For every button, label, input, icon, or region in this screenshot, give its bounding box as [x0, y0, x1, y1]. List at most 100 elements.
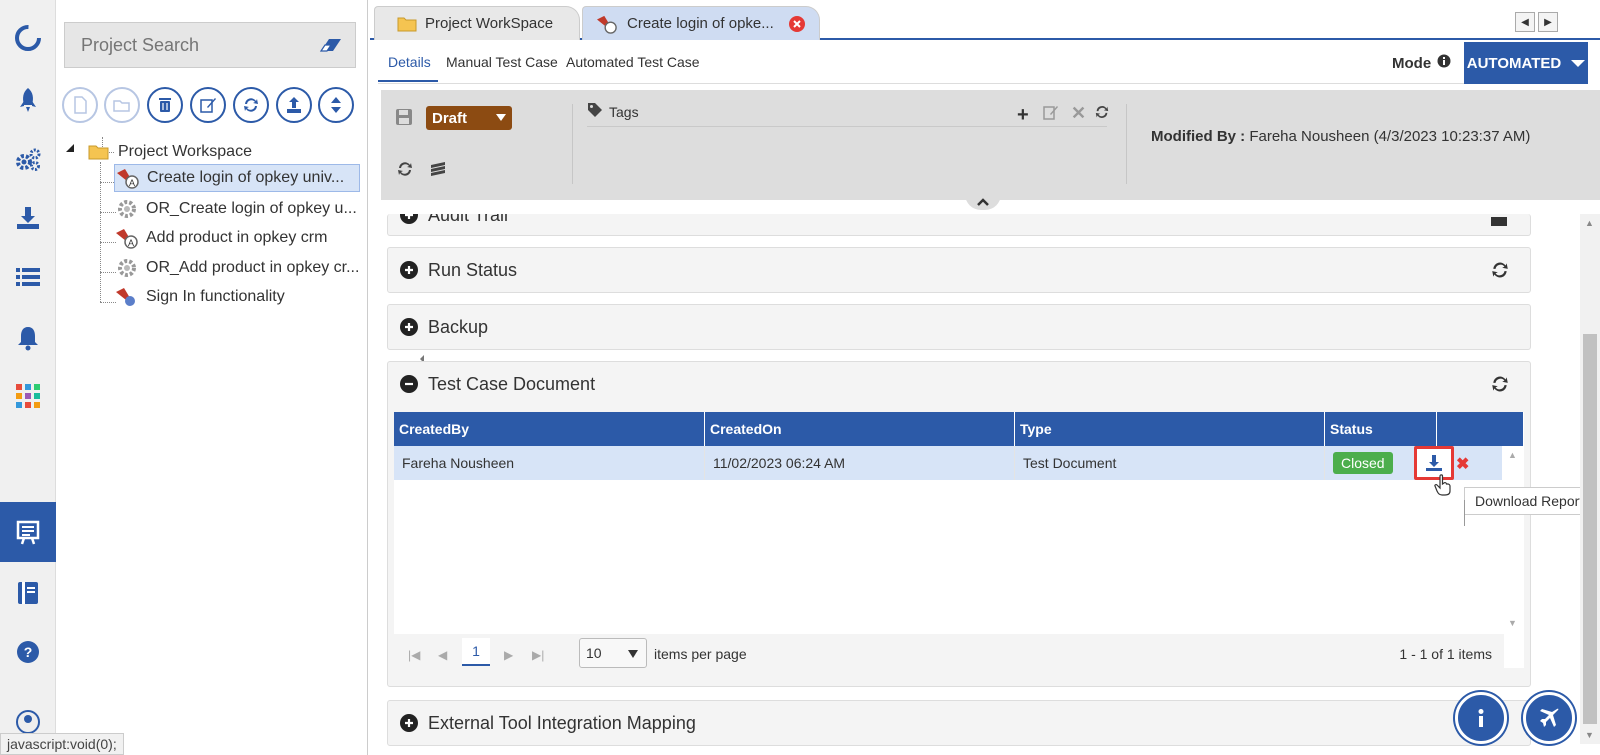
tags-label-text: Tags [609, 103, 639, 120]
column-header-createdon[interactable]: CreatedOn [705, 412, 1015, 446]
tree-item-add-product[interactable]: A Add product in opkey crm [114, 224, 327, 252]
info-fab-button[interactable] [1455, 692, 1507, 744]
refresh-icon[interactable] [1490, 260, 1510, 285]
refresh-tags-icon[interactable] [1094, 104, 1110, 125]
column-header-status[interactable]: Status [1325, 412, 1437, 446]
properties-bar: Draft Tags + ✕ Modified By : Fareha Nous… [381, 90, 1600, 210]
tree-item-label: OR_Add product in opkey cr... [146, 259, 360, 276]
open-folder-button[interactable] [104, 87, 140, 123]
active-subtab-indicator [378, 80, 438, 82]
pager-info: 1 - 1 of 1 items [1399, 646, 1492, 662]
tree-item-label: Create login of opkey univ... [147, 169, 345, 186]
grid-scrollbar[interactable]: ▲ ▼ [1502, 446, 1524, 632]
tree-item-or-add-product[interactable]: OR_Add product in opkey cr... [114, 254, 359, 282]
gears-icon[interactable] [0, 130, 56, 190]
edit-button[interactable] [190, 87, 226, 123]
project-search-box[interactable] [64, 22, 356, 68]
audit-icon[interactable] [1490, 214, 1508, 232]
gear-icon [114, 198, 140, 220]
eraser-icon[interactable] [319, 35, 343, 60]
mode-dropdown-button[interactable]: AUTOMATED [1464, 42, 1588, 84]
airplane-icon [1540, 708, 1559, 727]
hand-cursor-icon [1434, 474, 1452, 501]
delete-row-icon[interactable]: ✖ [1456, 454, 1469, 474]
download-icon[interactable] [0, 188, 56, 248]
tab-scroll-right-button[interactable]: ▶ [1538, 12, 1558, 32]
column-header-type[interactable]: Type [1015, 412, 1325, 446]
logo-icon[interactable] [0, 8, 56, 68]
download-icon [1426, 455, 1442, 471]
column-header-createdby[interactable]: CreatedBy [394, 412, 705, 446]
page-size-select[interactable]: 10 [579, 638, 647, 668]
download-report-tooltip: Download Report [1464, 487, 1595, 515]
project-search-input[interactable] [81, 34, 311, 56]
bell-icon[interactable] [0, 308, 56, 368]
expand-collapse-button[interactable] [318, 87, 354, 123]
current-page[interactable]: 1 [462, 638, 490, 666]
svg-text:A: A [129, 178, 135, 188]
tab-scroll-left-button[interactable]: ◀ [1515, 12, 1535, 32]
book-icon[interactable] [0, 563, 56, 623]
main-scrollbar[interactable]: ▲ ▼ [1580, 214, 1600, 744]
tree-item-or-create-login[interactable]: OR_Create login of opkey u... [114, 195, 357, 223]
tab-create-login[interactable]: Create login of opke... [582, 6, 820, 40]
status-bar-url: javascript:void(0); [0, 733, 124, 755]
caret-down-icon [496, 114, 506, 121]
subtab-manual-test-case[interactable]: Manual Test Case [446, 54, 558, 70]
panel-external-tool-integration[interactable]: External Tool Integration Mapping [387, 700, 1531, 746]
main-scrollbar-thumb[interactable] [1583, 334, 1597, 724]
add-tag-icon[interactable]: + [1017, 104, 1029, 127]
mode-value: AUTOMATED [1466, 54, 1562, 72]
test-manager-icon[interactable] [0, 502, 66, 562]
tags-label: Tags [587, 102, 639, 121]
modified-by-label: Modified By : [1151, 128, 1246, 145]
last-page-button[interactable]: ▶| [532, 648, 544, 662]
help-icon[interactable]: ? [0, 622, 56, 682]
panel-title: Audit Trail [428, 214, 509, 225]
prev-page-button[interactable]: ◀ [438, 648, 447, 662]
tab-project-workspace[interactable]: Project WorkSpace [374, 6, 580, 40]
remove-tag-icon[interactable]: ✕ [1071, 103, 1086, 124]
tags-input-line[interactable] [587, 126, 1107, 127]
new-file-button[interactable] [62, 87, 98, 123]
close-tab-icon[interactable] [788, 15, 806, 33]
edit-tag-icon[interactable] [1043, 104, 1059, 125]
next-page-button[interactable]: ▶ [504, 648, 513, 662]
tree-collapse-toggle-icon[interactable] [66, 144, 74, 152]
panel-run-status[interactable]: Run Status [387, 247, 1531, 293]
panel-backup[interactable]: Backup [387, 304, 1531, 350]
refresh-icon[interactable] [1490, 374, 1510, 399]
cell-type: Test Document [1015, 446, 1325, 480]
status-dropdown[interactable]: Draft [426, 106, 512, 130]
panel-header[interactable]: Test Case Document [388, 362, 1530, 406]
list-icon[interactable] [0, 247, 56, 307]
panel-audit-trail[interactable]: Audit Trail [387, 214, 1531, 236]
collapse-icon [400, 375, 418, 393]
expand-icon [400, 318, 418, 336]
subtab-automated-test-case[interactable]: Automated Test Case [566, 54, 700, 70]
refresh-tree-button[interactable] [233, 87, 269, 123]
document-tabbar: Project WorkSpace Create login of opke..… [370, 0, 1600, 40]
apps-grid-icon[interactable] [0, 366, 56, 426]
tree-item-sign-in[interactable]: Sign In functionality [114, 283, 285, 311]
table-row[interactable]: Fareha Nousheen 11/02/2023 06:24 AM Test… [394, 446, 1502, 480]
flight-fab-button[interactable] [1523, 692, 1575, 744]
save-icon[interactable] [395, 108, 413, 131]
first-page-button[interactable]: |◀ [408, 648, 420, 662]
info-icon [1478, 709, 1484, 727]
subtab-details[interactable]: Details [388, 54, 431, 70]
modified-by-value: Fareha Nousheen (4/3/2023 10:23:37 AM) [1249, 128, 1531, 145]
expand-icon [400, 714, 418, 732]
refresh-icon[interactable] [396, 160, 414, 183]
collapse-properties-handle[interactable] [965, 194, 1001, 210]
delete-button[interactable] [147, 87, 183, 123]
modified-by: Modified By : Fareha Nousheen (4/3/2023 … [1151, 128, 1530, 145]
divider [1126, 104, 1127, 184]
tree-item-create-login[interactable]: A Create login of opkey univ... [114, 164, 360, 192]
info-icon[interactable] [1437, 54, 1451, 72]
layers-icon[interactable] [429, 160, 447, 183]
tree-root-project-workspace[interactable]: Project Workspace [86, 138, 252, 166]
main-content: Project WorkSpace Create login of opke..… [370, 0, 1600, 755]
upload-button[interactable] [276, 87, 312, 123]
rocket-icon[interactable] [0, 70, 56, 130]
